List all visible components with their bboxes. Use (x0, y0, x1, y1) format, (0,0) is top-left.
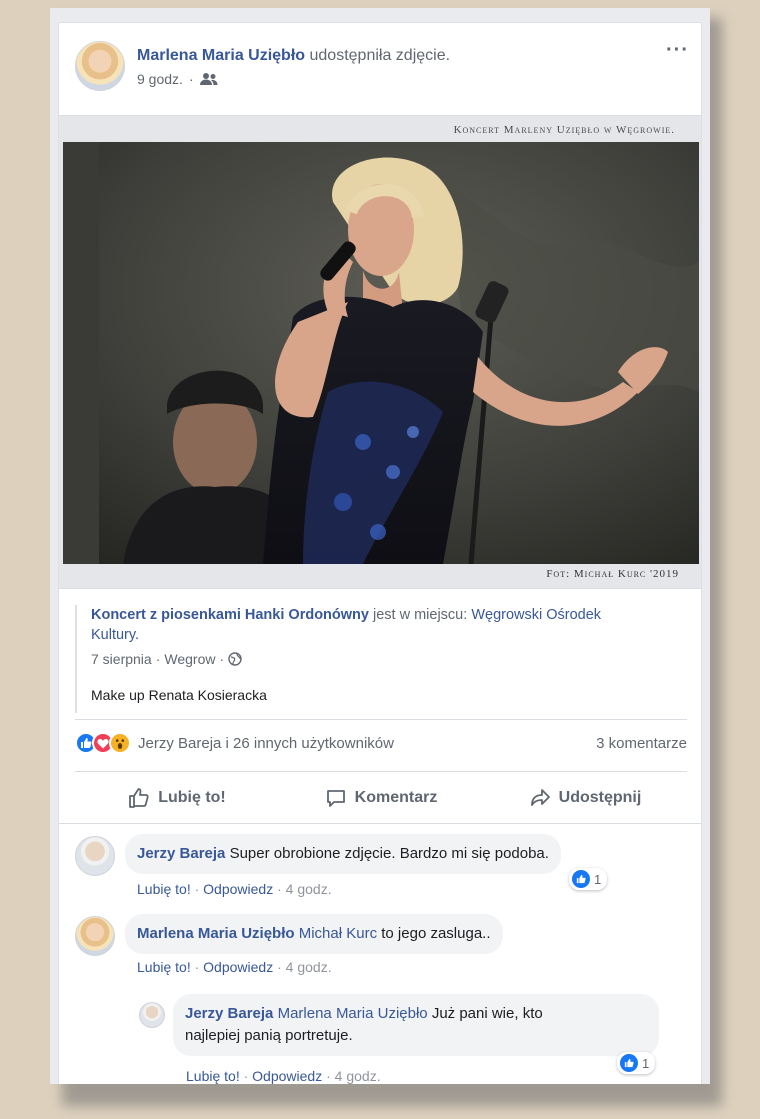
post-time[interactable]: 9 godz. (137, 71, 183, 87)
globe-icon[interactable] (228, 652, 242, 666)
comment-item: Jerzy Bareja Super obrobione zdjęcie. Ba… (59, 824, 701, 904)
divider-middle (75, 771, 687, 772)
share-button[interactable]: Udostępnij (483, 775, 687, 821)
concert-photo-illustration (63, 142, 699, 564)
comment-mention[interactable]: Michał Kurc (299, 925, 377, 942)
meta-sep-1: · (155, 651, 161, 667)
comment-author[interactable]: Marlena Maria Uziębło (137, 925, 295, 942)
comment-actions: Lubię to! · Odpowiedz · 4 godz. (186, 1068, 381, 1084)
screenshot-frame: Marlena Maria Uziębło udostępniła zdjęci… (50, 8, 710, 1084)
comment-reply-link[interactable]: Odpowiedz (252, 1068, 322, 1084)
meta-separator: · (188, 71, 194, 87)
commenter-avatar[interactable] (75, 836, 115, 876)
like-count: 1 (594, 871, 602, 887)
author-name[interactable]: Marlena Maria Uziębło (137, 47, 305, 64)
photo-caption-top: Koncert Marleny Uziębło w Węgrowie. (453, 124, 675, 136)
comment-author[interactable]: Jerzy Bareja (137, 845, 225, 862)
event-date: 7 sierpnia (91, 651, 152, 667)
comment-time[interactable]: 4 godz. (286, 881, 332, 897)
comment-text: to jego zasluga.. (381, 925, 491, 942)
comment-like-link[interactable]: Lubię to! (186, 1068, 240, 1084)
post-photo-container[interactable]: Koncert Marleny Uziębło w Węgrowie. Fot:… (59, 115, 701, 589)
reaction-icons[interactable] (75, 732, 131, 754)
like-button[interactable]: Lubię to! (75, 775, 279, 821)
divider-top (75, 719, 687, 720)
friends-icon[interactable] (199, 72, 218, 86)
comment-text-cont: najlepiej panią portretuje. (185, 1027, 353, 1044)
post-actions: Lubię to! Komentarz Udostępnij (75, 775, 687, 821)
comment-like-link[interactable]: Lubię to! (137, 959, 191, 975)
comment-reply-link[interactable]: Odpowiedz (203, 881, 273, 897)
event-city[interactable]: Wegrow (164, 651, 215, 667)
commenter-avatar[interactable] (139, 1002, 165, 1028)
wow-reaction-icon (109, 732, 131, 754)
place-attachment: Koncert z piosenkami Hanki Ordonówny jes… (75, 605, 687, 713)
author-avatar[interactable] (75, 41, 125, 91)
comment-icon (326, 790, 345, 807)
event-link[interactable]: Koncert z piosenkami Hanki Ordonówny (91, 607, 369, 623)
post-description: Make up Renata Kosieracka (91, 687, 267, 703)
comment-bubble: Marlena Maria Uziębło Michał Kurc to jeg… (125, 914, 503, 954)
more-options-icon[interactable]: ··· (666, 39, 689, 62)
reply-item: Jerzy Bareja Marlena Maria Uziębło Już p… (59, 988, 701, 1084)
comment-button-label: Komentarz (354, 789, 438, 806)
sep: · (194, 959, 204, 975)
sep: · (326, 1068, 335, 1084)
author-line: Marlena Maria Uziębło udostępniła zdjęci… (137, 47, 450, 65)
comment-bubble: Jerzy Bareja Super obrobione zdjęcie. Ba… (125, 834, 561, 874)
comment-text: Super obrobione zdjęcie. Bardzo mi się p… (229, 845, 549, 862)
like-badge-icon (572, 870, 590, 888)
comment-button[interactable]: Komentarz (279, 775, 483, 821)
comment-bubble: Jerzy Bareja Marlena Maria Uziębło Już p… (173, 994, 659, 1056)
comment-like-count[interactable]: 1 (617, 1052, 656, 1074)
comment-actions: Lubię to! · Odpowiedz · 4 godz. (137, 881, 332, 897)
sep: · (277, 881, 286, 897)
comment-text: Już pani wie, kto (431, 1005, 543, 1022)
place-title: Koncert z piosenkami Hanki Ordonówny jes… (91, 605, 651, 645)
sep: · (243, 1068, 253, 1084)
thumbs-up-icon (129, 788, 149, 808)
sep: · (194, 881, 204, 897)
place-meta: 7 sierpnia · Wegrow · (91, 651, 687, 667)
comment-like-link[interactable]: Lubię to! (137, 881, 191, 897)
post-meta: 9 godz. · (137, 71, 218, 87)
photo-caption-bottom: Fot: Michał Kurc '2019 (546, 568, 679, 580)
like-badge-icon (620, 1054, 638, 1072)
comment-like-count[interactable]: 1 (569, 868, 608, 890)
like-count: 1 (642, 1055, 650, 1071)
place-connector: jest w miejscu: (373, 607, 468, 623)
comment-actions: Lubię to! · Odpowiedz · 4 godz. (137, 959, 332, 975)
comment-mention[interactable]: Marlena Maria Uziębło (278, 1005, 428, 1022)
concert-photo[interactable] (63, 142, 699, 564)
comment-time[interactable]: 4 godz. (286, 959, 332, 975)
share-button-label: Udostępnij (558, 789, 642, 806)
like-button-label: Lubię to! (158, 789, 226, 806)
comment-author[interactable]: Jerzy Bareja (185, 1005, 273, 1022)
reactions-summary[interactable]: Jerzy Bareja i 26 innych użytkowników 3 … (75, 729, 687, 757)
comments-count[interactable]: 3 komentarze (596, 735, 687, 752)
comments-section: Jerzy Bareja Super obrobione zdjęcie. Ba… (59, 823, 701, 1084)
share-icon (530, 789, 550, 806)
comment-reply-link[interactable]: Odpowiedz (203, 959, 273, 975)
comment-time[interactable]: 4 godz. (335, 1068, 381, 1084)
sep: · (277, 959, 286, 975)
post-header: Marlena Maria Uziębło udostępniła zdjęci… (59, 23, 701, 115)
author-action: udostępniła zdjęcie. (309, 47, 451, 64)
comment-item: Marlena Maria Uziębło Michał Kurc to jeg… (59, 908, 701, 988)
post-card: Marlena Maria Uziębło udostępniła zdjęci… (58, 22, 702, 1084)
reactions-text[interactable]: Jerzy Bareja i 26 innych użytkowników (138, 735, 394, 752)
commenter-avatar[interactable] (75, 916, 115, 956)
meta-sep-2: · (219, 651, 225, 667)
